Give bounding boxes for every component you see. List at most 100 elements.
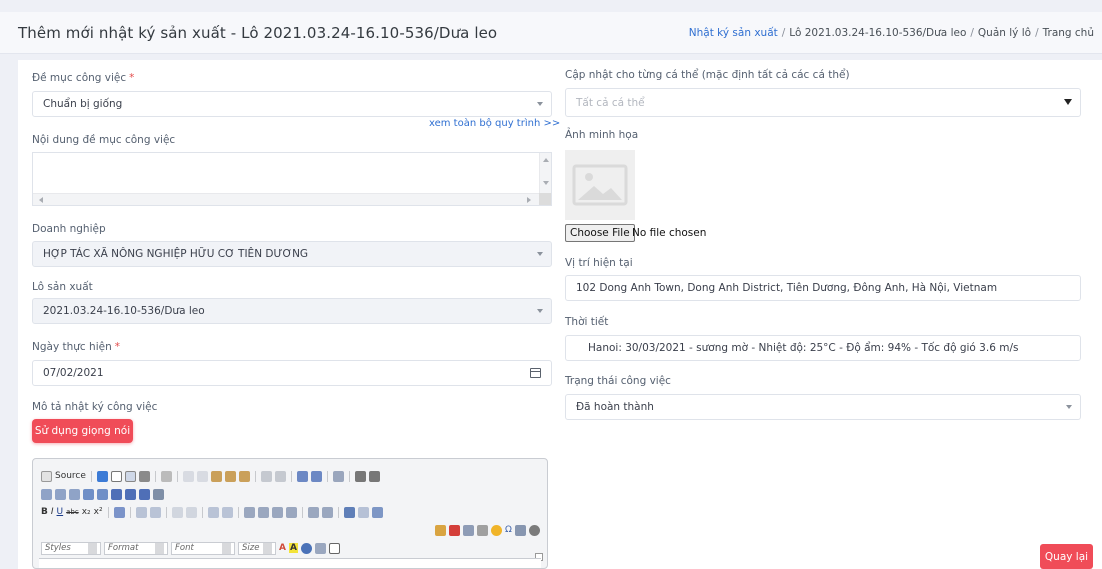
page-break-icon[interactable] (514, 524, 526, 536)
update-individual-select[interactable]: Tất cả cá thể (565, 88, 1081, 117)
redo-icon[interactable] (274, 470, 286, 482)
image-icon[interactable] (435, 524, 446, 536)
breadcrumb-lot[interactable]: Lô 2021.03.24-16.10-536/Dưa leo (789, 27, 966, 39)
spellcheck-as-you-type-icon[interactable] (368, 470, 380, 482)
hidden-field-icon[interactable] (153, 488, 164, 500)
format-combo[interactable]: Format (104, 541, 168, 555)
align-right-icon[interactable] (271, 506, 283, 518)
textfield-icon[interactable] (83, 488, 94, 500)
current-location-input[interactable]: 102 Dong Anh Town, Dong Anh District, Ti… (565, 275, 1081, 301)
flash-icon[interactable] (449, 524, 460, 536)
numbered-list-icon[interactable] (135, 506, 147, 518)
chevron-down-icon (1066, 405, 1072, 409)
iframe-icon[interactable] (528, 524, 540, 536)
back-button[interactable]: Quay lại (1040, 544, 1093, 569)
calendar-icon[interactable] (530, 368, 541, 378)
checkbox-icon[interactable] (55, 488, 66, 500)
execution-date-label: Ngày thực hiện * (32, 341, 120, 353)
file-status-text: No file chosen (632, 227, 707, 239)
production-lot-select[interactable]: 2021.03.24-16.10-536/Dưa leo (32, 298, 552, 324)
breadcrumb-home[interactable]: Trang chủ (1043, 27, 1094, 39)
scroll-right-icon (527, 197, 531, 203)
weather-input[interactable]: Hanoi: 30/03/2021 - sương mờ - Nhiệt độ:… (565, 335, 1081, 361)
ltr-icon[interactable] (307, 506, 319, 518)
chevron-down-icon (263, 542, 272, 554)
maximize-icon[interactable] (300, 542, 312, 554)
source-button[interactable]: Source (55, 471, 86, 481)
select-field-icon[interactable] (111, 488, 122, 500)
smiley-icon[interactable] (491, 524, 502, 536)
replace-icon[interactable] (310, 470, 322, 482)
top-strip (0, 0, 1102, 12)
unlink-icon[interactable] (357, 506, 369, 518)
radio-icon[interactable] (69, 488, 80, 500)
horizontal-line-icon[interactable] (477, 524, 488, 536)
breadcrumb-production-log[interactable]: Nhật ký sản xuất (689, 27, 778, 39)
background-color-icon[interactable]: A (288, 543, 298, 553)
task-status-select[interactable]: Đã hoàn thành (565, 394, 1081, 420)
subscript-icon[interactable]: x₂ (82, 507, 91, 517)
toolbar-separator (107, 506, 109, 518)
task-heading-select[interactable]: Chuẩn bị giống (32, 91, 552, 117)
breadcrumb-lot-management[interactable]: Quản lý lô (978, 27, 1031, 39)
templates-icon[interactable] (160, 470, 172, 482)
new-page-icon[interactable] (110, 470, 122, 482)
source-icon[interactable] (41, 470, 52, 482)
indent-icon[interactable] (185, 506, 197, 518)
align-justify-icon[interactable] (285, 506, 297, 518)
link-icon[interactable] (343, 506, 355, 518)
help-icon[interactable] (328, 542, 340, 554)
enterprise-select[interactable]: HỢP TÁC XÃ NÔNG NGHIỆP HỮU CƠ TIÊN DƯƠNG (32, 241, 552, 267)
choose-file-button[interactable]: Choose File (565, 224, 635, 242)
execution-date-input[interactable]: 07/02/2021 (32, 360, 552, 386)
rtl-icon[interactable] (321, 506, 333, 518)
blockquote-icon[interactable] (207, 506, 219, 518)
select-all-icon[interactable] (332, 470, 344, 482)
image-button-icon[interactable] (139, 488, 150, 500)
anchor-icon[interactable] (371, 506, 383, 518)
horizontal-scrollbar[interactable] (33, 193, 539, 205)
strikethrough-icon[interactable]: abc (66, 508, 79, 516)
undo-icon[interactable] (260, 470, 272, 482)
toolbar-separator (301, 506, 303, 518)
view-process-link[interactable]: xem toàn bộ quy trình >> (429, 118, 560, 129)
chevron-down-icon (1064, 99, 1072, 105)
table-icon[interactable] (463, 524, 474, 536)
textarea-icon[interactable] (97, 488, 108, 500)
save-icon[interactable] (96, 470, 108, 482)
voice-input-button[interactable]: Sử dụng giọng nói (32, 419, 133, 443)
superscript-icon[interactable]: x² (94, 507, 103, 517)
current-location-label: Vị trí hiện tại (565, 257, 633, 269)
button-field-icon[interactable] (125, 488, 136, 500)
italic-icon[interactable]: I (51, 507, 54, 517)
form-icon[interactable] (41, 488, 52, 500)
size-combo[interactable]: Size (238, 541, 276, 555)
spellcheck-icon[interactable] (354, 470, 366, 482)
editor-body[interactable] (39, 558, 541, 568)
paste-text-icon[interactable] (224, 470, 236, 482)
show-blocks-icon[interactable] (314, 542, 326, 554)
preview-icon[interactable] (124, 470, 136, 482)
task-content-textarea[interactable] (32, 152, 552, 206)
paste-icon[interactable] (210, 470, 222, 482)
print-icon[interactable] (138, 470, 150, 482)
align-center-icon[interactable] (257, 506, 269, 518)
copy-icon[interactable] (196, 470, 208, 482)
paste-word-icon[interactable] (238, 470, 250, 482)
breadcrumb: Nhật ký sản xuất / Lô 2021.03.24-16.10-536… (689, 27, 1094, 39)
styles-combo[interactable]: Styles (41, 541, 101, 555)
cut-icon[interactable] (182, 470, 194, 482)
underline-icon[interactable]: U (57, 507, 64, 517)
remove-format-icon[interactable] (113, 506, 125, 518)
font-combo[interactable]: Font (171, 541, 235, 555)
outdent-icon[interactable] (171, 506, 183, 518)
align-left-icon[interactable] (243, 506, 255, 518)
div-container-icon[interactable] (221, 506, 233, 518)
vertical-scrollbar[interactable] (539, 153, 551, 193)
bold-icon[interactable]: B (41, 507, 48, 517)
page-title: Thêm mới nhật ký sản xuất - Lô 2021.03.2… (18, 24, 498, 42)
find-icon[interactable] (296, 470, 308, 482)
bulleted-list-icon[interactable] (149, 506, 161, 518)
special-char-icon[interactable]: Ω (505, 525, 512, 535)
text-color-icon[interactable]: A (279, 543, 286, 553)
